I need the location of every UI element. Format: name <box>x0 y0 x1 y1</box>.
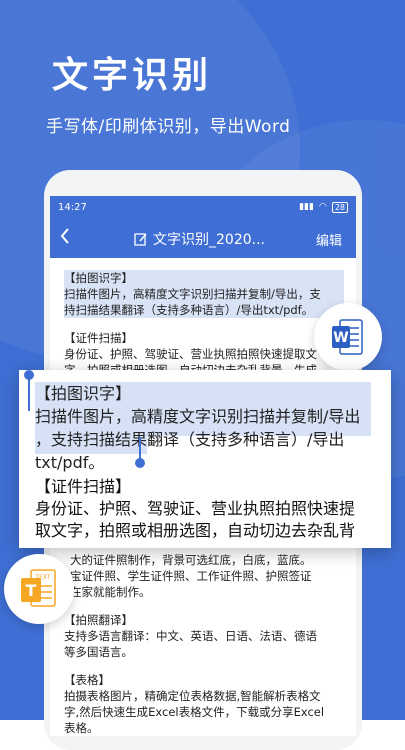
selection-caret-end <box>139 437 141 460</box>
selection-caret-start <box>28 377 30 411</box>
section-heading: 【表格】 <box>64 673 110 687</box>
txt-letter: T <box>26 581 37 600</box>
popup-section-id-scan: 【证件扫描】 身份证、护照、驾驶证、营业执照拍照快速提 取文字，拍照或相册选图，… <box>35 476 355 542</box>
document-content-lower: 大的证件照制作，背景可选红底，白底，蓝底。 宝证件照、学生证件照、工作证件照、护… <box>64 552 344 736</box>
txt-document-icon: TEXT T <box>21 569 56 607</box>
wifi-icon: ◠ <box>318 202 327 212</box>
popup-heading: 【证件扫描】 <box>35 477 132 496</box>
status-icons: ▮▮▮ ◠ 28 <box>299 201 348 213</box>
section-heading: 【拍图识字】 <box>64 271 133 285</box>
word-document-icon: W <box>332 319 363 355</box>
word-letter: W <box>333 330 348 346</box>
document-title[interactable]: 文字识别_2020... <box>134 229 265 249</box>
word-export-badge[interactable]: W <box>314 303 382 371</box>
status-bar: 14:27 ▮▮▮ ◠ 28 <box>50 196 356 218</box>
section-heading: 【证件扫描】 <box>64 331 133 345</box>
section-body: 大的证件照制作，背景可选红底，白底，蓝底。 宝证件照、学生证件照、工作证件照、护… <box>70 553 312 599</box>
popup-heading: 【拍图识字】 <box>35 384 132 403</box>
section-body: 支持多语言翻译：中文、英语、日语、法语、德语 等多国语言。 <box>64 629 317 659</box>
section-heading: 【拍照翻译】 <box>64 613 133 627</box>
section-photo-text[interactable]: 【拍图识字】 扫描件图片，高精度文字识别扫描并复制/导出，支 持扫描结果翻译（支… <box>64 270 344 318</box>
signal-icon: ▮▮▮ <box>299 202 314 212</box>
title-bar: 文字识别_2020... 编辑 <box>50 218 356 258</box>
edit-button[interactable]: 编辑 <box>316 230 342 249</box>
edit-icon <box>134 233 147 246</box>
popup-body: 扫描件图片，高精度文字识别扫描并复制/导出 ，支持扫描结果翻译（支持多种语言）/… <box>35 407 361 472</box>
popup-body: 身份证、护照、驾驶证、营业执照拍照快速提 取文字，拍照或相册选图，自动切边去杂乱… <box>35 499 356 540</box>
battery-icon: 28 <box>331 201 348 213</box>
txt-export-badge[interactable]: TEXT T <box>4 554 74 624</box>
zoom-popup: 【拍图识字】 扫描件图片，高精度文字识别扫描并复制/导出 ，支持扫描结果翻译（支… <box>19 370 391 548</box>
chevron-left-icon[interactable] <box>60 227 84 249</box>
popup-selected-text[interactable]: 【拍图识字】 扫描件图片，高精度文字识别扫描并复制/导出 ，支持扫描结果翻译（支… <box>35 382 385 474</box>
section-body: 扫描件图片，高精度文字识别扫描并复制/导出，支 持扫描结果翻译（支持多种语言）/… <box>64 287 321 317</box>
selection-handle-end[interactable] <box>135 458 145 468</box>
section-body: 拍摄表格图片，精确定位表格数据,智能解析表格文 字,然后快速生成Excel表格文… <box>64 689 325 735</box>
status-time: 14:27 <box>58 201 87 213</box>
document-title-text: 文字识别_2020... <box>153 232 265 248</box>
hero-title: 文字识别 <box>52 55 213 96</box>
hero-subtitle: 手写体/印刷体识别，导出Word <box>46 117 291 137</box>
